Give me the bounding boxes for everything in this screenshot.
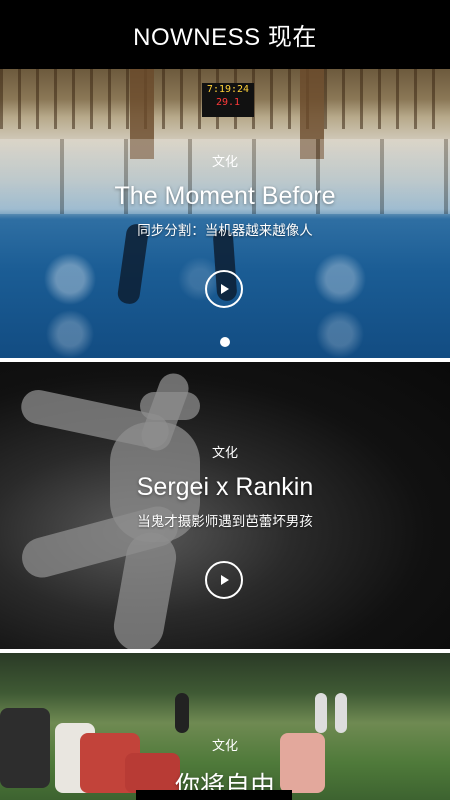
bottom-overlay-bar <box>136 790 292 800</box>
carousel-dot[interactable] <box>220 337 230 347</box>
page-title: NOWNESS 现在 <box>133 24 317 51</box>
card-title: Sergei x Rankin <box>136 473 314 501</box>
video-card-1[interactable]: 7:19:24 29.1 文化 The Moment Before 同步分割：当… <box>0 69 450 358</box>
card-subtitle: 同步分割：当机器越来越像人 <box>137 223 313 239</box>
card-category: 文化 <box>211 446 238 461</box>
play-button[interactable] <box>205 270 243 308</box>
card-subtitle: 当鬼才摄影师遇到芭蕾坏男孩 <box>137 514 313 530</box>
app-header: NOWNESS 现在 <box>0 0 450 69</box>
card-category: 文化 <box>211 155 238 170</box>
play-button[interactable] <box>205 561 243 599</box>
card-category: 文化 <box>211 739 238 754</box>
play-icon <box>221 575 229 585</box>
card-title: The Moment Before <box>114 182 336 210</box>
video-card-3[interactable]: 文化 你将自由 <box>0 653 450 800</box>
scoreboard: 7:19:24 29.1 <box>202 83 254 117</box>
play-icon <box>221 284 229 294</box>
video-card-2[interactable]: 文化 Sergei x Rankin 当鬼才摄影师遇到芭蕾坏男孩 <box>0 362 450 649</box>
